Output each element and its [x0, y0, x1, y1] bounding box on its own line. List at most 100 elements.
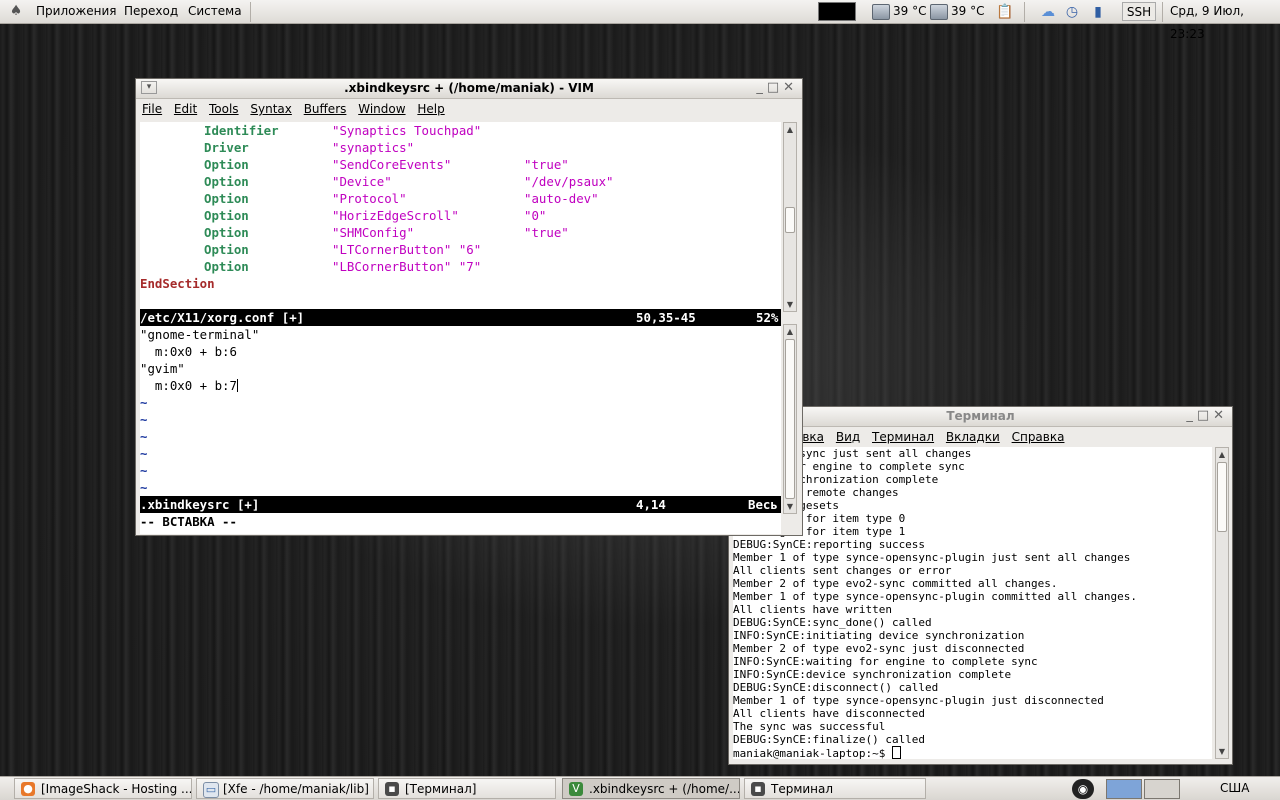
menu-window[interactable]: Window [358, 99, 405, 119]
vim-scrollbar-lower[interactable]: ▲ ▼ [783, 324, 797, 514]
string: "synaptics" [332, 140, 415, 155]
terminal-line: Member 2 of type evo2-sync committed all… [733, 577, 1058, 590]
terminal-menu-view[interactable]: Вид [836, 427, 860, 447]
taskbar-item-xfe[interactable]: ▭ [Xfe - /home/maniak/lib] [196, 778, 374, 799]
keyword: Identifier [204, 123, 279, 138]
terminal-line: Member 1 of type synce-opensync-plugin j… [733, 551, 1131, 564]
panel-separator [250, 2, 251, 22]
window-controls[interactable]: _□✕ [756, 81, 798, 95]
taskbar-item-imageshack[interactable]: ● [ImageShack - Hosting ... [14, 778, 192, 799]
status-filename: /etc/X11/xorg.conf [+] [140, 310, 305, 325]
terminal-line: Member 2 of type evo2-sync just disconne… [733, 642, 1025, 655]
terminal-prompt: maniak@maniak-laptop:~$ [733, 746, 1212, 759]
menu-help[interactable]: Help [417, 99, 444, 119]
menu-edit[interactable]: Edit [174, 99, 197, 119]
menu-file[interactable]: File [142, 99, 162, 119]
code-line: "gnome-terminal" [140, 327, 260, 342]
clipboard-icon[interactable]: 📋 [996, 3, 1014, 21]
terminal-output[interactable]: type evo2-sync just sent all changes wai… [733, 447, 1212, 759]
string: "SendCoreEvents" [332, 157, 452, 172]
power-icon[interactable]: ◉ [1072, 779, 1094, 799]
terminal-line: INFO:SynCE:waiting for engine to complet… [733, 655, 1038, 668]
ssh-applet[interactable]: SSH [1122, 2, 1156, 21]
clock[interactable]: Срд, 9 Июл, 23:23 [1170, 0, 1280, 41]
terminal-line: got 2 changesets [733, 499, 839, 512]
string: "HorizEdgeScroll" [332, 208, 459, 223]
keyword: Option [204, 174, 249, 189]
keyword: Driver [204, 140, 249, 155]
scroll-down-arrow[interactable]: ▼ [784, 298, 796, 311]
task-label: [ImageShack - Hosting ... [41, 782, 192, 796]
scroll-down-arrow[interactable]: ▼ [1216, 745, 1228, 758]
status-position: 50,35-45 [636, 310, 696, 325]
menu-tools[interactable]: Tools [209, 99, 239, 119]
string: "0" [524, 208, 547, 223]
vim-window: ▾ .xbindkeysrc + (/home/maniak) - VIM _□… [135, 78, 803, 536]
code-line-cursor: m:0x0 + b:7 [140, 377, 238, 394]
code-line: m:0x0 + b:6 [140, 344, 237, 359]
string: "LBCornerButton" "7" [332, 259, 482, 274]
scroll-thumb[interactable] [1217, 462, 1227, 532]
network-signal-icon[interactable]: ▮ [1088, 3, 1108, 21]
workspace-2[interactable] [1144, 779, 1180, 799]
terminal-scrollbar[interactable]: ▲ ▼ [1215, 447, 1229, 759]
window-controls[interactable]: _□✕ [1186, 409, 1228, 423]
taskbar-item-terminal[interactable]: ▪ Терминал [744, 778, 926, 799]
task-label: [Терминал] [405, 782, 477, 796]
taskbar-item-vim[interactable]: V .xbindkeysrc + (/home/... [562, 778, 740, 799]
vim-editor[interactable]: Identifier "Synaptics Touchpad" Driver "sy… [140, 122, 781, 534]
cpu-temp-applet-2[interactable]: 39 °C [930, 0, 984, 23]
keyword: Option [204, 242, 249, 257]
string: "auto-dev" [524, 191, 599, 206]
status-percent: Весь [748, 497, 778, 512]
terminal-menu-terminal[interactable]: Терминал [872, 427, 934, 447]
status-filename: .xbindkeysrc [+] [140, 497, 260, 512]
system-monitor-applet[interactable] [818, 2, 856, 21]
weather-icon[interactable]: ☁ [1038, 3, 1058, 21]
terminal-line: Member 1 of type synce-opensync-plugin j… [733, 694, 1104, 707]
scroll-up-arrow[interactable]: ▲ [1216, 448, 1228, 461]
keyword: Option [204, 157, 249, 172]
scroll-up-arrow[interactable]: ▲ [784, 123, 796, 136]
menu-places[interactable]: Переход [124, 0, 178, 23]
cpu-temp-applet-1[interactable]: 39 °C [872, 0, 926, 23]
end-section: EndSection [140, 276, 215, 291]
terminal-line: Member 1 of type synce-opensync-plugin c… [733, 590, 1137, 603]
empty-line-marker: ~ [140, 480, 148, 495]
menu-applications[interactable]: Приложения [36, 0, 117, 23]
terminal-titlebar[interactable]: Терминал _□✕ [729, 407, 1232, 427]
string: "Device" [332, 174, 392, 189]
menu-system[interactable]: Система [188, 0, 242, 23]
terminal-line: All clients have written [733, 603, 892, 616]
empty-line-marker: ~ [140, 395, 148, 410]
scroll-thumb[interactable] [785, 339, 795, 499]
keyboard-layout-indicator[interactable]: США [1220, 777, 1249, 800]
scroll-down-arrow[interactable]: ▼ [784, 500, 796, 513]
mode-indicator: -- ВСТАВКА -- [140, 514, 237, 529]
terminal-menubar: авка Вид Терминал Вкладки Справка [729, 427, 1232, 447]
vim-titlebar[interactable]: ▾ .xbindkeysrc + (/home/maniak) - VIM _□… [136, 79, 802, 99]
taskbar-item-terminal-minimized[interactable]: ▪ [Терминал] [378, 778, 556, 799]
terminal-menu-tabs[interactable]: Вкладки [946, 427, 1000, 447]
scroll-up-arrow[interactable]: ▲ [784, 325, 796, 338]
panel-separator [1162, 2, 1163, 22]
clock-icon[interactable]: ◷ [1062, 3, 1082, 21]
text-cursor [236, 379, 238, 392]
terminal-line: All clients have disconnected [733, 707, 926, 720]
terminal-line: waiting for engine to complete sync [733, 460, 965, 473]
terminal-line: requesting remote changes [733, 486, 899, 499]
terminal-menu-help[interactable]: Справка [1012, 427, 1065, 447]
keyword: Option [204, 208, 249, 223]
status-position: 4,14 [636, 497, 666, 512]
bottom-panel: ● [ImageShack - Hosting ... ▭ [Xfe - /home… [0, 776, 1280, 800]
terminal-line: no changes for item type 0 [733, 512, 906, 525]
workspace-1[interactable] [1106, 779, 1142, 799]
top-panel: ♠ Приложения Переход Система 39 °C 39 °C… [0, 0, 1280, 41]
empty-line-marker: ~ [140, 429, 148, 444]
vim-scrollbar-upper[interactable]: ▲ ▼ [783, 122, 797, 312]
gnome-foot-icon[interactable]: ♠ [6, 3, 26, 20]
menu-buffers[interactable]: Buffers [304, 99, 347, 119]
menu-syntax[interactable]: Syntax [250, 99, 291, 119]
prompt-text: maniak@maniak-laptop:~$ [733, 747, 892, 759]
scroll-thumb[interactable] [785, 207, 795, 233]
